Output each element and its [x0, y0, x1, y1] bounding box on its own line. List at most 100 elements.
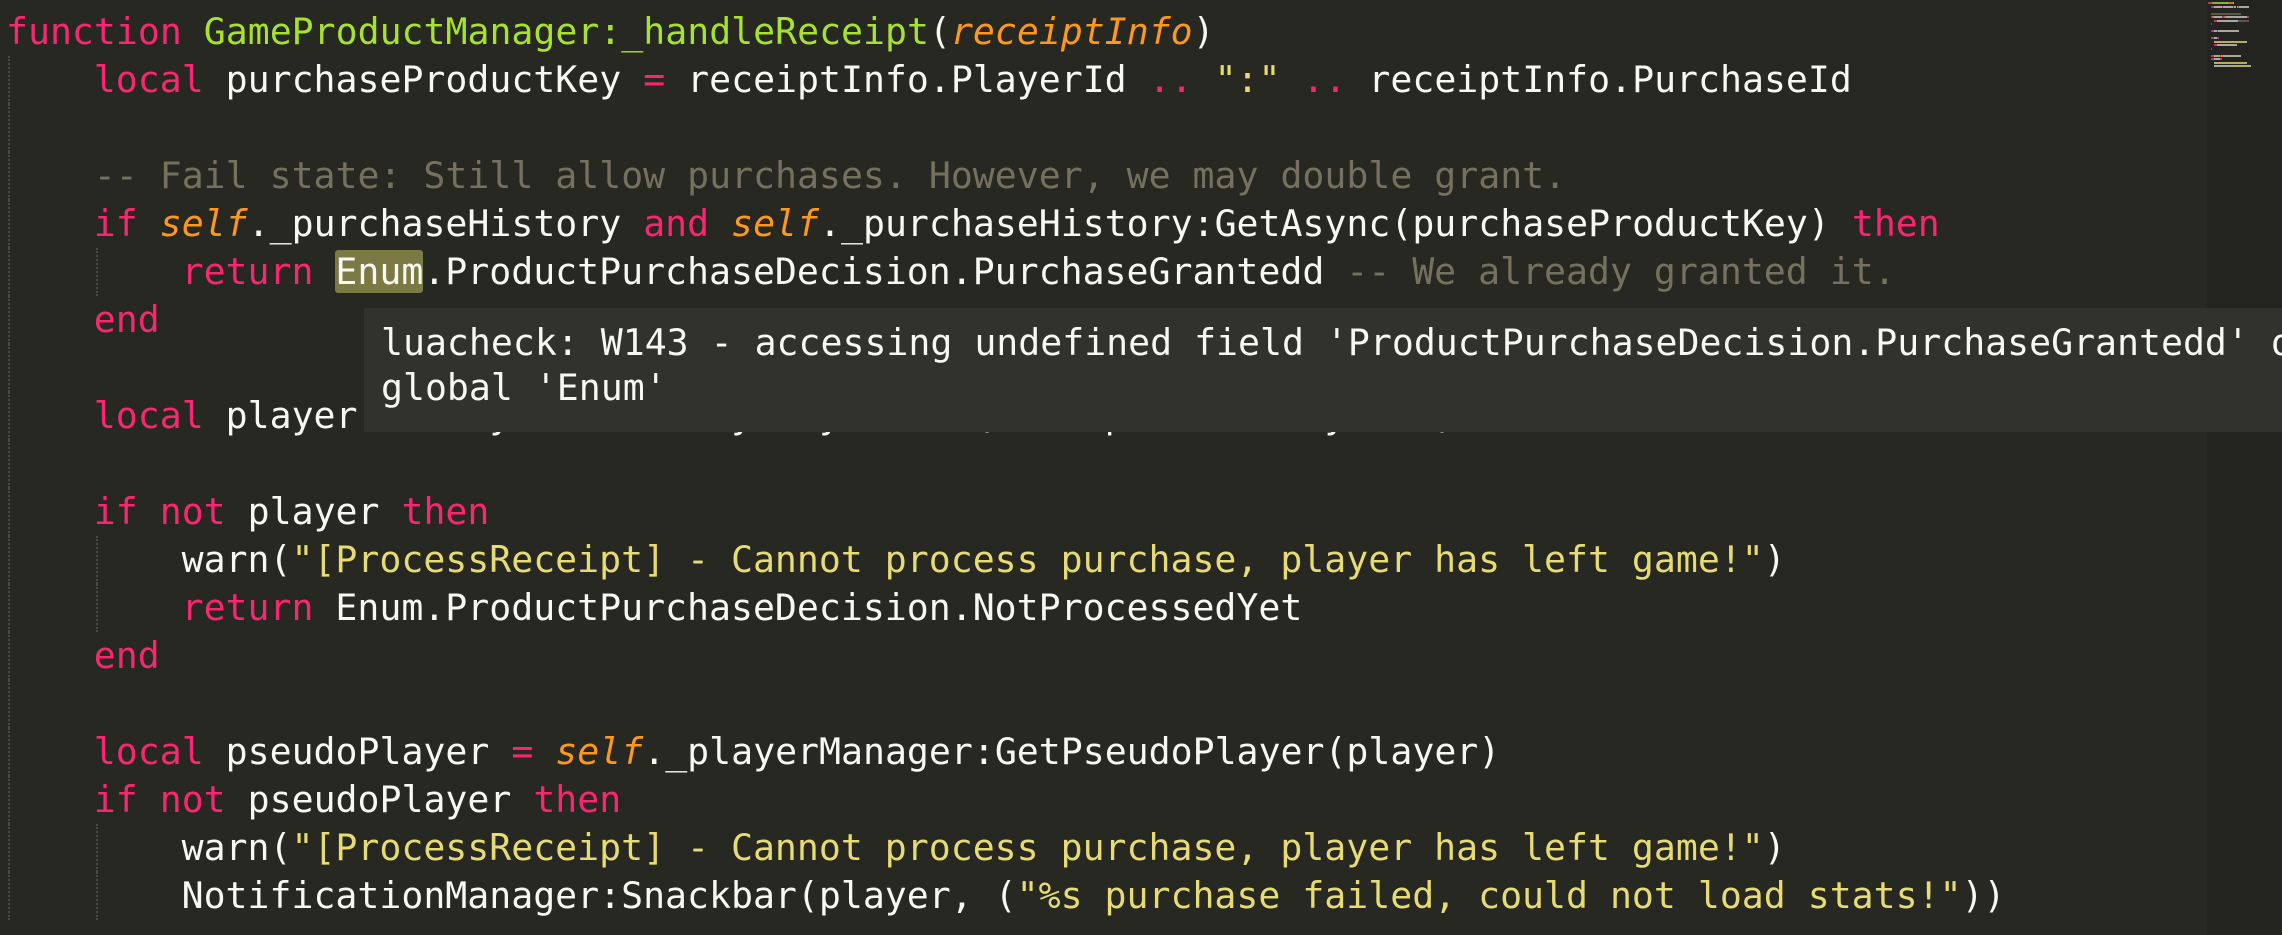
code-token: receiptInfo.PlayerId	[665, 58, 1149, 101]
code-token: ..	[1148, 58, 1193, 101]
code-line[interactable]: return Enum.ProductPurchaseDecision.NotP…	[182, 584, 1303, 632]
code-token: warn(	[181, 538, 292, 581]
code-line[interactable]: -- Fail state: Still allow purchases. Ho…	[94, 152, 1566, 200]
minimap-mark	[2211, 23, 2213, 25]
minimap-mark	[2237, 19, 2250, 22]
code-token: if	[93, 202, 160, 245]
indent-guide	[8, 344, 10, 392]
minimap-mark	[2225, 16, 2247, 18]
code-token: -- We already granted it.	[1346, 250, 1896, 293]
code-token: NotificationManager:Snackbar(player, (	[181, 874, 1017, 917]
tooltip-line-1: luacheck: W143 - accessing undefined fie…	[381, 321, 2282, 364]
code-token: pseudoPlayer	[247, 778, 534, 821]
code-token: )	[1763, 826, 1786, 869]
code-token: return	[181, 586, 336, 629]
code-token: local	[93, 58, 226, 101]
indent-guide	[8, 584, 10, 632]
indent-guide	[8, 776, 10, 824]
code-token: return	[181, 250, 336, 293]
code-token: GameProductManager:_handleReceipt	[203, 10, 929, 53]
indent-guide	[8, 440, 10, 488]
code-line[interactable]: warn("[ProcessReceipt] - Cannot process …	[182, 536, 1786, 584]
indent-guide	[95, 872, 98, 920]
minimap-mark	[2232, 2, 2234, 4]
code-line[interactable]: end	[94, 632, 160, 680]
indent-guide	[8, 824, 10, 872]
indent-guide	[8, 680, 10, 728]
minimap-mark	[2214, 16, 2223, 18]
code-line[interactable]: end	[94, 296, 160, 344]
code-token: if	[93, 778, 160, 821]
code-token: purchaseProductKey	[225, 58, 644, 101]
code-token: )	[1763, 538, 1786, 581]
code-token: warn(	[181, 826, 292, 869]
minimap-mark	[2214, 65, 2232, 67]
code-token: Enum.ProductPurchaseDecision.NotProcesse…	[335, 586, 1303, 629]
code-line[interactable]: local purchaseProductKey = receiptInfo.P…	[94, 56, 1852, 104]
minimap-mark	[2213, 5, 2223, 8]
code-token: ._purchaseHistory:GetAsync(purchaseProdu…	[819, 202, 1852, 245]
code-token: then	[1851, 202, 1940, 245]
indent-guide	[8, 392, 10, 440]
code-token: pseudoPlayer	[225, 730, 512, 773]
minimap-mark	[2212, 2, 2227, 4]
indent-guide	[8, 56, 10, 104]
minimap-mark	[2216, 40, 2247, 43]
code-line[interactable]: function GameProductManager:_handleRecei…	[6, 8, 1215, 56]
code-token: =	[643, 58, 666, 101]
minimap-mark	[2217, 30, 2240, 32]
indent-guide	[8, 104, 10, 152]
indent-guide	[8, 152, 10, 200]
indent-guide	[8, 536, 10, 584]
minimap[interactable]	[2207, 0, 2282, 935]
minimap-mark	[2216, 61, 2247, 64]
highlighted-token: Enum	[335, 250, 424, 293]
minimap-mark	[2246, 40, 2248, 43]
indent-guide	[8, 632, 10, 680]
code-token: receiptInfo	[950, 10, 1193, 53]
code-line[interactable]: local pseudoPlayer = self._playerManager…	[94, 728, 1500, 776]
minimap-mark	[2211, 12, 2242, 15]
code-token: ._purchaseHistory	[247, 202, 644, 245]
code-line[interactable]: return Enum.ProductPurchaseDecision.Purc…	[182, 248, 1896, 296]
minimap-mark	[2238, 5, 2249, 8]
indent-guide	[8, 872, 10, 920]
code-token: "[ProcessReceipt] - Cannot process purch…	[291, 538, 1764, 581]
code-token: end	[93, 634, 160, 677]
minimap-mark	[2217, 44, 2237, 46]
indent-guide	[95, 584, 98, 632]
minimap-mark	[2211, 47, 2213, 50]
code-token: and	[643, 202, 732, 245]
code-line[interactable]: if not player then	[94, 488, 490, 536]
code-token: self	[555, 730, 644, 773]
minimap-mark	[2231, 65, 2251, 67]
indent-guide	[95, 536, 98, 584]
code-token: ))	[1961, 874, 2006, 917]
code-token: "[ProcessReceipt] - Cannot process purch…	[291, 826, 1764, 869]
code-line[interactable]: if self._purchaseHistory and self._purch…	[94, 200, 1940, 248]
lint-tooltip: luacheck: W143 - accessing undefined fie…	[364, 308, 2282, 432]
code-token: not	[159, 778, 248, 821]
tooltip-line-2: global 'Enum'	[381, 366, 667, 409]
code-token: =	[511, 730, 534, 773]
code-token: end	[93, 298, 160, 341]
indent-guide	[8, 248, 10, 296]
indent-guide	[8, 296, 10, 344]
code-token: not	[159, 490, 248, 533]
code-token: player	[225, 394, 380, 437]
code-editor[interactable]: function GameProductManager:_handleRecei…	[0, 0, 2207, 935]
code-token: ..	[1302, 58, 1347, 101]
code-line[interactable]: if not pseudoPlayer then	[94, 776, 621, 824]
code-token: player	[247, 490, 402, 533]
code-line[interactable]: warn("[ProcessReceipt] - Cannot process …	[182, 824, 1786, 872]
indent-guide	[8, 488, 10, 536]
minimap-mark	[2247, 16, 2249, 18]
indent-guide	[8, 200, 10, 248]
code-line[interactable]: NotificationManager:Snackbar(player, ("%…	[182, 872, 2006, 920]
minimap-mark	[2217, 37, 2220, 39]
code-token: self	[731, 202, 820, 245]
code-token: local	[93, 730, 226, 773]
